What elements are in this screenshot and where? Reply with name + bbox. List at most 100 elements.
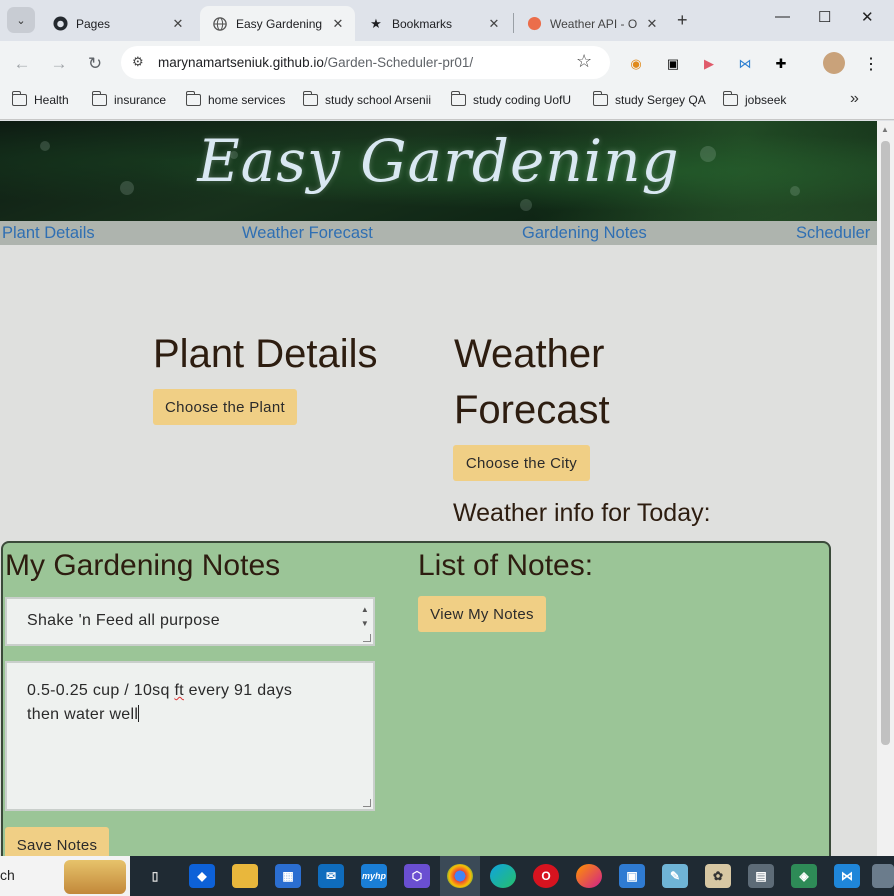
bookmark-folder[interactable]: home services bbox=[185, 91, 285, 107]
tab-bookmarks[interactable]: ★ Bookmarks ✕ bbox=[356, 6, 511, 41]
tab-pages[interactable]: Pages ✕ bbox=[40, 6, 195, 41]
back-icon[interactable]: ← bbox=[9, 51, 35, 77]
site-title: Easy Gardening bbox=[197, 127, 680, 195]
bookmark-folder[interactable]: Health bbox=[11, 91, 69, 107]
bookmark-folder[interactable]: insurance bbox=[91, 91, 166, 107]
folder-icon bbox=[592, 91, 608, 106]
tab-title: Easy Gardening bbox=[236, 16, 323, 31]
scrollbar-thumb[interactable] bbox=[881, 141, 890, 745]
copilot-icon[interactable]: ⬡ bbox=[404, 864, 430, 888]
new-tab-button[interactable]: + bbox=[677, 10, 688, 31]
hero-banner: Easy Gardening bbox=[0, 121, 877, 221]
extension-icon[interactable]: ▣ bbox=[662, 53, 684, 75]
notes-heading: My Gardening Notes bbox=[5, 549, 281, 582]
tab-title: Pages bbox=[76, 16, 111, 31]
note-textarea[interactable]: 0.5-0.25 cup / 10sq ft every 91 days the… bbox=[5, 661, 375, 811]
close-icon[interactable]: ✕ bbox=[169, 16, 187, 32]
list-of-notes-heading: List of Notes: bbox=[418, 549, 594, 582]
folder-icon bbox=[450, 91, 466, 106]
folder-icon bbox=[185, 91, 201, 106]
firefox-icon[interactable] bbox=[576, 864, 602, 888]
choose-plant-button[interactable]: Choose the Plant bbox=[153, 389, 297, 425]
tab-weather-api[interactable]: Weather API - O ✕ bbox=[514, 6, 669, 41]
notepad-icon[interactable]: ✎ bbox=[662, 864, 688, 888]
choose-city-button[interactable]: Choose the City bbox=[453, 445, 590, 481]
nav-plant-details[interactable]: Plant Details bbox=[2, 224, 95, 243]
vscode-extension-icon[interactable]: ⋈ bbox=[734, 53, 756, 75]
search-highlight-image bbox=[64, 860, 126, 894]
menu-icon[interactable]: ⋮ bbox=[860, 53, 882, 75]
globe-icon bbox=[212, 16, 228, 32]
puzzle-icon[interactable]: ✚ bbox=[770, 53, 792, 75]
git-icon[interactable]: ◈ bbox=[791, 864, 817, 888]
bookmarks-bar: Health insurance home services study sch… bbox=[0, 86, 894, 120]
site-nav: Plant Details Weather Forecast Gardening… bbox=[0, 221, 877, 245]
bookmark-folder[interactable]: study Sergey QA bbox=[592, 91, 706, 107]
remote-desktop-icon[interactable]: ▣ bbox=[619, 864, 645, 888]
plant-details-heading: Plant Details bbox=[153, 332, 378, 376]
browser-toolbar: ← → ↻ ⚙ marynamartseniuk.github.io/Garde… bbox=[0, 41, 894, 86]
close-icon[interactable]: ✕ bbox=[643, 16, 661, 32]
product-select-field[interactable]: Shake 'n Feed all purpose ▲ ▼ bbox=[5, 597, 375, 646]
page-scrollbar[interactable]: ▲ bbox=[877, 121, 894, 856]
nav-scheduler[interactable]: Scheduler bbox=[796, 224, 870, 243]
text-caret bbox=[138, 705, 140, 722]
opera-icon[interactable]: O bbox=[533, 864, 559, 888]
address-bar[interactable]: ⚙ marynamartseniuk.github.io/Garden-Sche… bbox=[121, 46, 610, 79]
tab-title: Bookmarks bbox=[392, 16, 453, 31]
tab-easy-gardening[interactable]: Easy Gardening ✕ bbox=[200, 6, 355, 41]
bookmark-folder[interactable]: jobseek bbox=[722, 91, 786, 107]
taskbar-search[interactable]: ch bbox=[0, 856, 130, 896]
folder-icon bbox=[11, 91, 27, 106]
weather-heading-line2: Forecast bbox=[454, 388, 610, 432]
spinner-arrows-icon[interactable]: ▲ ▼ bbox=[359, 603, 371, 631]
bookmark-folder[interactable]: study coding UofU bbox=[450, 91, 571, 107]
minimize-icon[interactable]: — bbox=[775, 8, 790, 25]
bookmark-star-icon[interactable]: ☆ bbox=[576, 51, 592, 72]
window-close-icon[interactable]: ✕ bbox=[861, 8, 874, 26]
dropbox-icon[interactable]: ◆ bbox=[189, 864, 215, 888]
task-view-icon[interactable]: ▯ bbox=[142, 864, 168, 888]
resize-grip-icon[interactable] bbox=[363, 799, 371, 807]
taskbar: ch ▯ ◆ ▦ ✉ myhp ⬡ O ▣ ✎ ✿ ▤ ◈ ⋈ bbox=[0, 856, 894, 896]
star-icon: ★ bbox=[370, 15, 382, 31]
close-icon[interactable]: ✕ bbox=[329, 16, 347, 32]
url-text: marynamartseniuk.github.io/Garden-Schedu… bbox=[158, 55, 474, 70]
vscode-icon[interactable]: ⋈ bbox=[834, 864, 860, 888]
tab-title: Weather API - O bbox=[550, 16, 638, 31]
scroll-up-icon[interactable]: ▲ bbox=[881, 125, 889, 134]
more-bookmarks-icon[interactable]: » bbox=[850, 90, 859, 108]
calculator-icon[interactable]: ▤ bbox=[748, 864, 774, 888]
site-info-icon[interactable]: ⚙ bbox=[132, 54, 144, 70]
product-value: Shake 'n Feed all purpose bbox=[27, 612, 220, 629]
nav-weather-forecast[interactable]: Weather Forecast bbox=[242, 224, 373, 243]
extension-icon[interactable]: ◉ bbox=[625, 53, 647, 75]
gardening-notes-panel: My Gardening Notes Shake 'n Feed all pur… bbox=[1, 541, 831, 856]
tab-search-button[interactable]: ⌄ bbox=[7, 7, 35, 33]
weather-heading-line1: Weather bbox=[454, 332, 605, 376]
store-icon[interactable]: ▦ bbox=[275, 864, 301, 888]
extension-icon[interactable]: ▶ bbox=[698, 53, 720, 75]
maximize-icon[interactable]: ☐ bbox=[818, 8, 831, 26]
resize-grip-icon[interactable] bbox=[363, 634, 371, 642]
folder-icon bbox=[302, 91, 318, 106]
close-icon[interactable]: ✕ bbox=[485, 16, 503, 32]
nav-gardening-notes[interactable]: Gardening Notes bbox=[522, 224, 647, 243]
forward-icon[interactable]: → bbox=[46, 51, 72, 77]
view-notes-button[interactable]: View My Notes bbox=[418, 596, 546, 632]
file-explorer-icon[interactable] bbox=[232, 864, 258, 888]
paint-icon[interactable]: ✿ bbox=[705, 864, 731, 888]
avatar[interactable] bbox=[823, 52, 845, 74]
note-text: 0.5-0.25 cup / 10sq ft every 91 days the… bbox=[27, 682, 293, 723]
github-icon bbox=[52, 16, 68, 32]
weather-info-label: Weather info for Today: bbox=[453, 499, 711, 527]
overflow-app-icon[interactable] bbox=[872, 864, 894, 888]
hp-icon[interactable]: myhp bbox=[361, 864, 387, 888]
reload-icon[interactable]: ↻ bbox=[82, 51, 108, 77]
folder-icon bbox=[722, 91, 738, 106]
bookmark-folder[interactable]: study school Arsenii bbox=[302, 91, 431, 107]
save-notes-button[interactable]: Save Notes bbox=[5, 827, 109, 856]
mail-icon[interactable]: ✉ bbox=[318, 864, 344, 888]
edge-icon[interactable] bbox=[490, 864, 516, 888]
chrome-icon[interactable] bbox=[447, 864, 473, 888]
